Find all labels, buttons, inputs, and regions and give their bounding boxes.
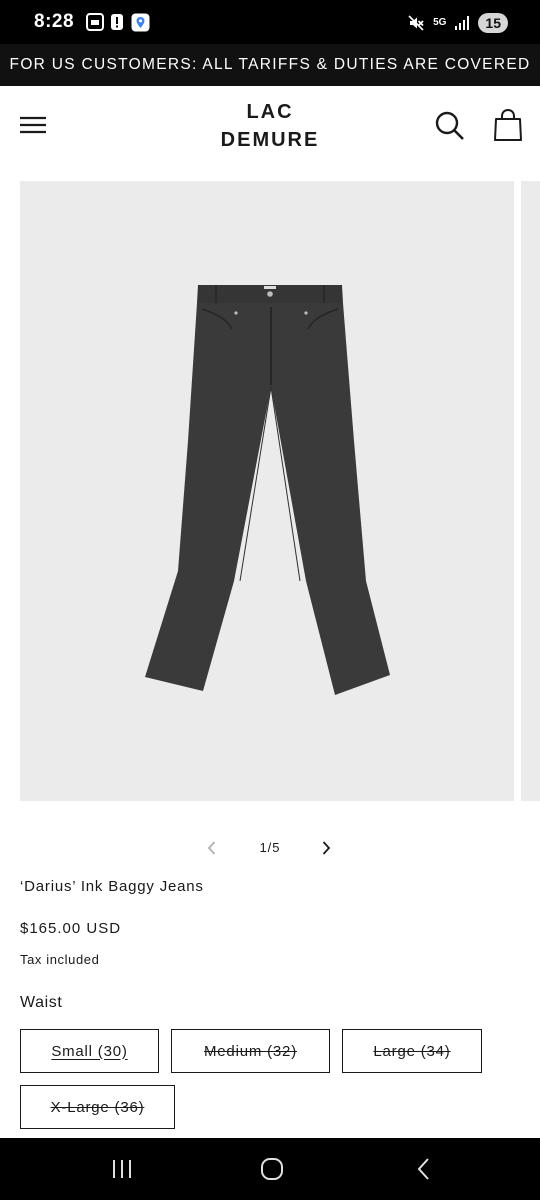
product-image[interactable]	[20, 181, 514, 801]
chevron-left-icon	[207, 841, 216, 855]
logo-line-1: LAC	[246, 101, 294, 123]
size-option-medium[interactable]: Medium (32)	[171, 1029, 330, 1073]
size-option-x-large[interactable]: X-Large (36)	[20, 1085, 175, 1129]
next-product-image[interactable]	[521, 181, 540, 801]
slider-controls: 1/5	[190, 830, 350, 866]
announcement-text: FOR US CUSTOMERS: ALL TARIFFS & DUTIES A…	[9, 56, 531, 73]
product-title: ‘Darius’ Ink Baggy Jeans	[20, 878, 204, 895]
slide-counter: 1/5	[259, 840, 281, 855]
cart-icon	[494, 108, 522, 141]
product-gallery[interactable]	[20, 181, 540, 801]
size-option-label: Medium (32)	[204, 1042, 297, 1060]
status-right: 5G 15	[407, 10, 508, 36]
size-option-label: X-Large (36)	[50, 1098, 145, 1116]
signal-icon	[455, 16, 470, 30]
home-button[interactable]	[257, 1154, 287, 1184]
size-option-label: Small (30)	[51, 1042, 128, 1060]
mute-icon	[408, 15, 424, 31]
size-option-large[interactable]: Large (34)	[342, 1029, 482, 1073]
cart-button[interactable]	[492, 108, 524, 142]
system-nav-bar	[0, 1138, 540, 1200]
menu-button[interactable]	[18, 110, 48, 140]
recent-apps-icon	[113, 1160, 131, 1178]
variant-label: Waist	[20, 994, 63, 1011]
product-price: $165.00 USD	[20, 920, 122, 937]
next-slide-button[interactable]	[316, 838, 336, 858]
maps-icon	[131, 13, 150, 32]
size-option-small[interactable]: Small (30)	[20, 1029, 159, 1073]
network-label: 5G	[433, 17, 447, 28]
logo-line-2: DEMURE	[220, 129, 320, 151]
gallery-icon	[86, 13, 104, 31]
alert-icon	[111, 14, 123, 30]
home-icon	[261, 1158, 283, 1180]
site-logo[interactable]: LAC DEMURE	[190, 98, 350, 154]
status-time: 8:28	[34, 11, 75, 32]
search-icon	[435, 111, 464, 140]
tax-note: Tax included	[20, 952, 100, 967]
size-option-label: Large (34)	[373, 1042, 451, 1060]
announcement-bar: FOR US CUSTOMERS: ALL TARIFFS & DUTIES A…	[0, 44, 540, 86]
previous-slide-button[interactable]	[202, 838, 222, 858]
battery-indicator: 15	[478, 13, 508, 33]
back-icon	[417, 1158, 429, 1180]
status-bar: 8:28 5G 15	[0, 0, 540, 44]
site-header: LAC DEMURE	[0, 86, 540, 166]
menu-icon	[20, 116, 46, 134]
back-button[interactable]	[409, 1154, 439, 1184]
chevron-right-icon	[322, 841, 331, 855]
search-button[interactable]	[434, 110, 466, 142]
recent-apps-button[interactable]	[107, 1154, 137, 1184]
jeans-image	[145, 285, 390, 695]
